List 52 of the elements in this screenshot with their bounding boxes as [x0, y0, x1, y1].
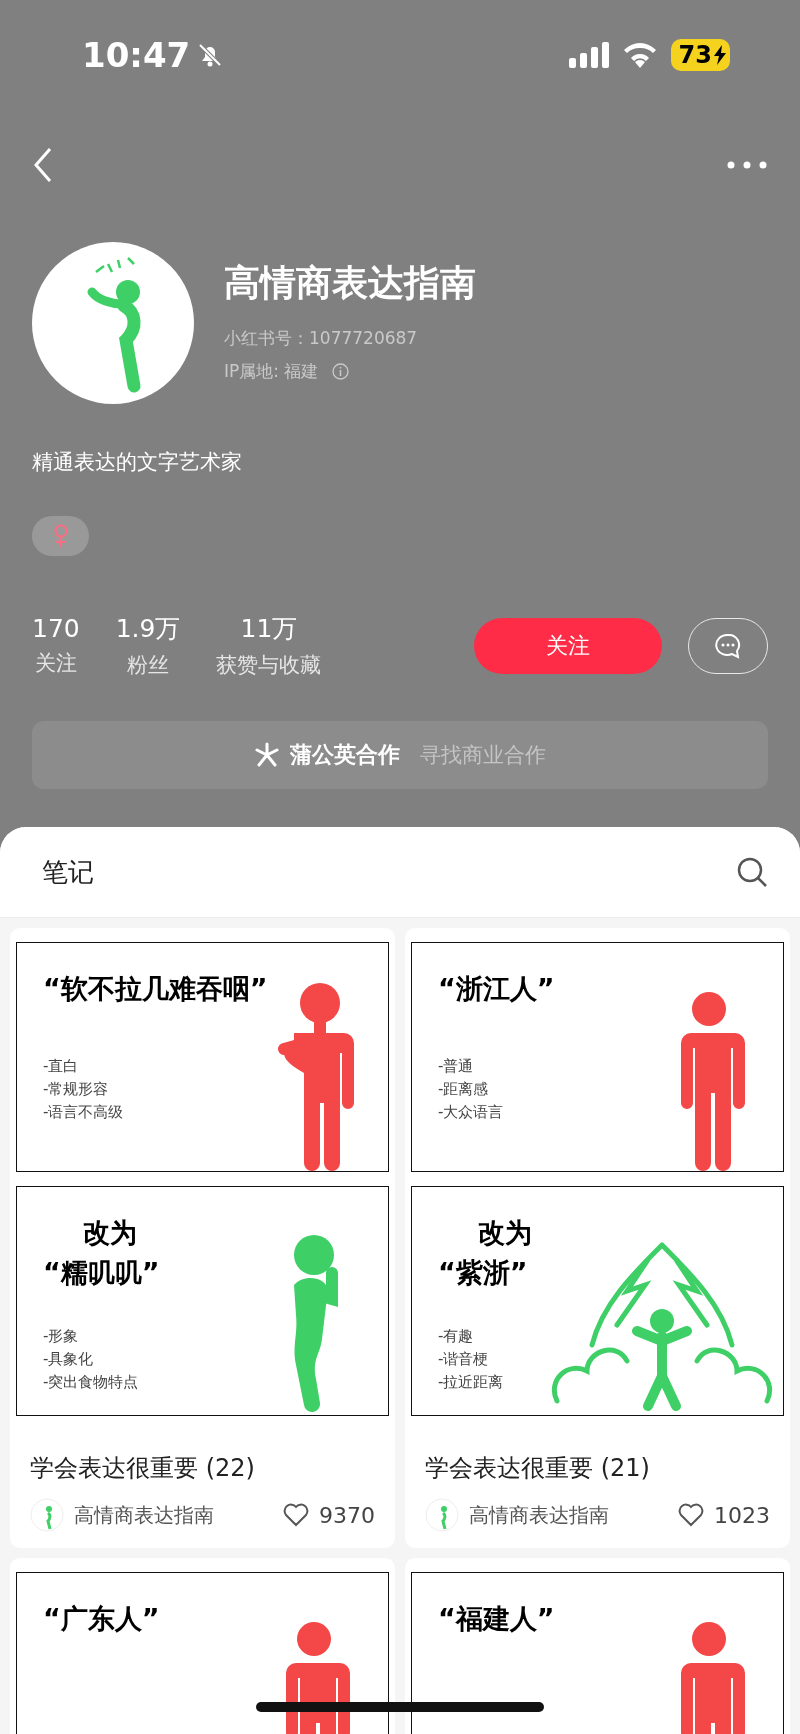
- cover-bullet: -距离感: [438, 1079, 490, 1100]
- stat-value: 1.9万: [115, 613, 181, 645]
- cover-heading: “浙江人”: [438, 972, 555, 1006]
- cover-bullet: -突出食物特点: [43, 1372, 140, 1393]
- cover-heading: “糯叽叽”: [43, 1256, 160, 1290]
- account-id: 小红书号：1077720687: [224, 326, 418, 350]
- profile-name: 高情商表达指南: [224, 260, 476, 305]
- cover-bullet: -普通: [438, 1056, 475, 1077]
- note-title[interactable]: 学会表达很重要 (22): [30, 1452, 375, 1484]
- cover-heading: “紫浙”: [438, 1256, 528, 1290]
- author-name[interactable]: 高情商表达指南: [74, 1501, 214, 1529]
- signal-icon: [568, 42, 609, 68]
- stat-value: 170: [32, 614, 80, 643]
- cover-bullet: -谐音梗: [438, 1349, 490, 1370]
- dandelion-icon: [254, 742, 280, 768]
- cover-bullet: -直白: [43, 1056, 80, 1077]
- collab-title: 蒲公英合作: [290, 741, 400, 769]
- stat-value: 11万: [240, 613, 298, 645]
- cover-bullet: -形象: [43, 1326, 80, 1347]
- cover-heading: “福建人”: [438, 1602, 555, 1636]
- cover-bullet: -有趣: [438, 1326, 475, 1347]
- heart-icon[interactable]: [283, 1503, 309, 1527]
- cover-bullet: -具象化: [43, 1349, 95, 1370]
- chat-bubble-icon: [714, 631, 742, 660]
- battery-indicator: 73: [670, 39, 730, 71]
- female-icon: [52, 524, 69, 548]
- cover-bullet: -拉近距离: [438, 1372, 505, 1393]
- info-icon[interactable]: [332, 362, 350, 380]
- status-time: 10:47: [82, 35, 191, 75]
- cover-bullet: -语言不高级: [43, 1102, 125, 1123]
- note-title[interactable]: 学会表达很重要 (21): [425, 1452, 770, 1484]
- like-count: 9370: [319, 1502, 375, 1528]
- cover-bullet: -大众语言: [438, 1102, 505, 1123]
- back-icon[interactable]: [32, 147, 54, 183]
- cover-bullet: -常规形容: [43, 1079, 110, 1100]
- ip-location: IP属地: 福建: [224, 359, 319, 383]
- cover-heading: “广东人”: [43, 1602, 160, 1636]
- wifi-icon: [622, 42, 657, 68]
- profile-bio: 精通表达的文字艺术家: [32, 449, 243, 476]
- collab-subtitle: 寻找商业合作: [420, 742, 546, 769]
- like-count: 1023: [714, 1502, 770, 1528]
- cover-heading: “软不拉几难吞咽”: [43, 972, 268, 1006]
- follow-button[interactable]: 关注: [474, 617, 662, 674]
- notes-tab[interactable]: 笔记: [42, 854, 94, 890]
- search-icon[interactable]: [736, 856, 768, 888]
- heart-icon[interactable]: [678, 1503, 704, 1527]
- cover-heading: 改为: [82, 1216, 137, 1250]
- author-name[interactable]: 高情商表达指南: [469, 1501, 609, 1529]
- author-avatar[interactable]: [30, 1498, 64, 1532]
- cover-heading: 改为: [477, 1216, 532, 1250]
- more-icon[interactable]: [726, 160, 768, 170]
- author-avatar[interactable]: [425, 1498, 459, 1532]
